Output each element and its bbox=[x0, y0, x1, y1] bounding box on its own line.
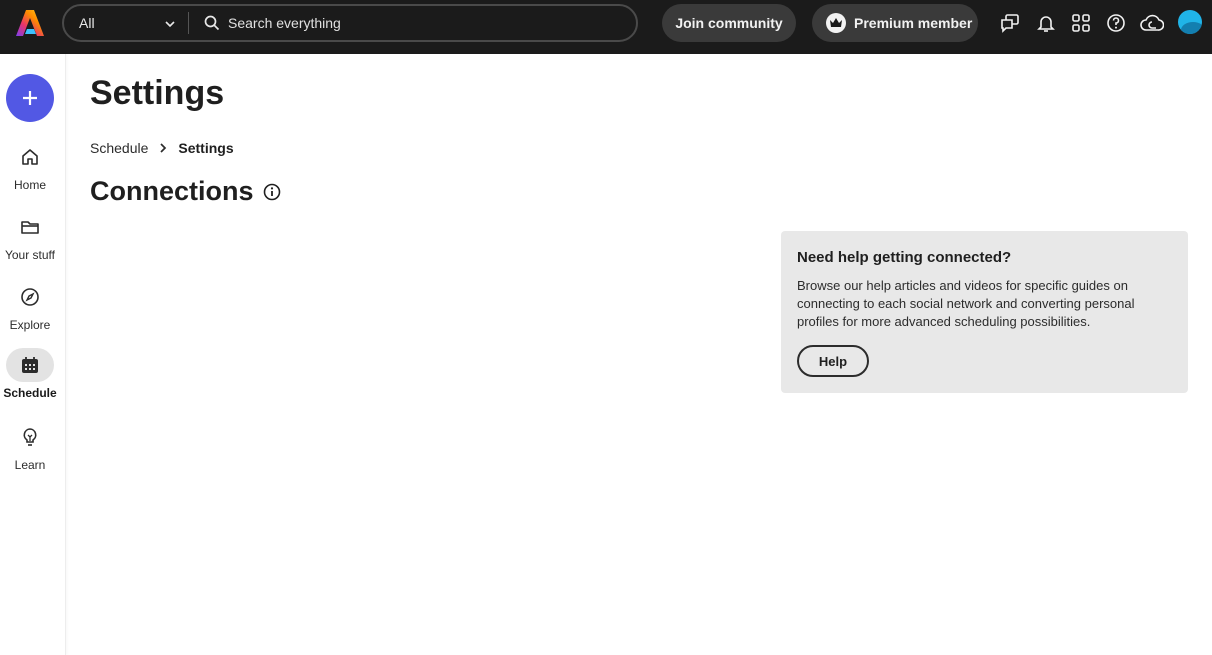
breadcrumb: Schedule Settings bbox=[90, 140, 234, 156]
create-new-button[interactable] bbox=[6, 74, 54, 122]
sidebar-item-label: Schedule bbox=[3, 386, 57, 400]
plus-icon bbox=[23, 91, 37, 105]
premium-label: Premium member bbox=[854, 15, 973, 31]
chevron-down-icon bbox=[164, 17, 176, 33]
search-bar: All bbox=[62, 4, 638, 42]
lightbulb-icon bbox=[6, 420, 54, 454]
help-card: Need help getting connected? Browse our … bbox=[781, 231, 1188, 393]
filter-label: All bbox=[79, 15, 95, 31]
sidebar-item-label: Home bbox=[13, 178, 46, 192]
help-icon[interactable] bbox=[1105, 12, 1127, 34]
help-button[interactable]: Help bbox=[797, 345, 869, 377]
section-title-text: Connections bbox=[90, 176, 254, 206]
home-icon bbox=[6, 140, 54, 174]
section-title: Connections bbox=[90, 176, 281, 207]
folder-icon bbox=[6, 210, 54, 244]
apps-grid-icon[interactable] bbox=[1070, 12, 1092, 34]
breadcrumb-current: Settings bbox=[178, 140, 234, 156]
search-filter-dropdown[interactable]: All bbox=[64, 6, 188, 40]
premium-member-button[interactable]: Premium member bbox=[812, 4, 978, 42]
help-card-heading: Need help getting connected? bbox=[797, 249, 1012, 266]
app-logo-icon[interactable] bbox=[16, 10, 44, 36]
search-input[interactable] bbox=[228, 10, 628, 36]
calendar-icon bbox=[6, 348, 54, 382]
join-community-button[interactable]: Join community bbox=[662, 4, 796, 42]
search-divider bbox=[188, 12, 189, 34]
creative-cloud-icon[interactable] bbox=[1140, 12, 1164, 34]
crown-icon bbox=[826, 13, 846, 33]
sidebar-item-schedule[interactable]: Schedule bbox=[0, 348, 60, 408]
chevron-right-icon bbox=[158, 142, 168, 154]
page-title: Settings bbox=[90, 74, 225, 112]
sidebar-item-label: Your stuff bbox=[4, 248, 56, 262]
sidebar-item-label: Learn bbox=[14, 458, 46, 472]
search-icon bbox=[204, 15, 220, 36]
sidebar-item-label: Explore bbox=[9, 318, 51, 332]
top-bar: All Join community Premium member bbox=[0, 0, 1212, 54]
sidebar-item-learn[interactable]: Learn bbox=[0, 420, 60, 480]
bell-icon[interactable] bbox=[1035, 12, 1057, 34]
compass-icon bbox=[6, 280, 54, 314]
sidebar-item-explore[interactable]: Explore bbox=[0, 280, 60, 340]
sidebar-item-your-stuff[interactable]: Your stuff bbox=[0, 210, 60, 270]
sidebar-item-home[interactable]: Home bbox=[0, 140, 60, 200]
info-icon[interactable] bbox=[263, 183, 281, 201]
chat-icon[interactable] bbox=[999, 12, 1021, 34]
breadcrumb-link-schedule[interactable]: Schedule bbox=[90, 140, 148, 156]
help-card-body: Browse our help articles and videos for … bbox=[797, 278, 1135, 329]
sidebar: Home Your stuff Explore Schedule Learn bbox=[0, 54, 66, 655]
user-avatar[interactable] bbox=[1178, 10, 1202, 34]
